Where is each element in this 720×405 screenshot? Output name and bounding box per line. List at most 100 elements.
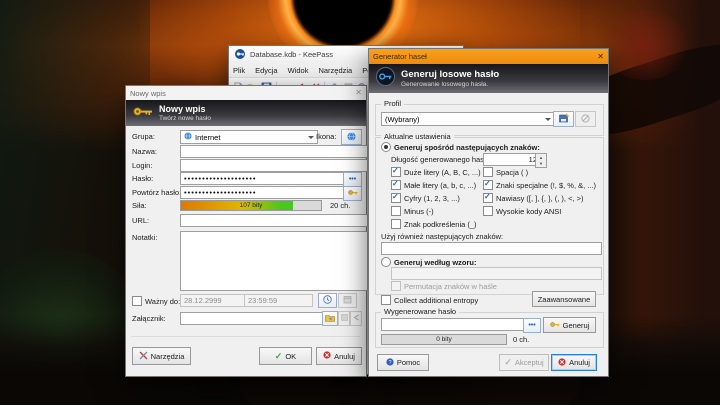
checkbox-upper-letters[interactable]: Duże litery (A, B, C, ...): [391, 167, 481, 177]
spinner-up-icon[interactable]: ▲: [539, 155, 543, 160]
checkbox-icon: [391, 219, 401, 229]
expires-time-input[interactable]: 23:59:59: [244, 294, 313, 307]
checkbox-underscore[interactable]: Znak podkreślenia (_): [391, 219, 477, 229]
checkbox-icon: [132, 296, 142, 306]
name-input[interactable]: [180, 145, 368, 158]
charset-radio[interactable]: Generuj spośród następujących znaków:: [381, 142, 540, 152]
generate-password-button[interactable]: [343, 186, 362, 201]
repeat-password-input[interactable]: ••••••••••••••••••••: [180, 186, 348, 199]
calendar-button[interactable]: [338, 293, 357, 308]
expires-label: Ważny do:: [145, 297, 180, 306]
checkbox-brackets[interactable]: Nawiasy ([, ], {, }, (, ), <, >): [483, 193, 584, 203]
new-entry-dialog: Nowy wpis ✕ Nowy wpis Twórz nowe hasło G…: [125, 85, 367, 377]
login-input[interactable]: [180, 159, 368, 172]
checkbox-icon: [483, 180, 493, 190]
notes-textarea[interactable]: [180, 231, 368, 291]
spinner-down-icon[interactable]: ▼: [539, 161, 543, 166]
generator-header: Generuj losowe hasło Generowanie losoweg…: [369, 64, 608, 93]
menu-widok[interactable]: Widok: [288, 66, 309, 75]
checkbox-icon: [483, 167, 493, 177]
accept-button-label: Akceptuj: [515, 358, 544, 367]
new-entry-header: Nowy wpis Twórz nowe hasło: [126, 100, 366, 126]
checkbox-special[interactable]: Znaki specjalne (!, $, %, &, ...): [483, 180, 596, 190]
checkbox-icon: [391, 281, 401, 291]
repeat-password-label: Powtórz hasło:: [132, 188, 181, 197]
profile-label: Profil: [381, 99, 404, 108]
accept-button[interactable]: ✓ Akceptuj: [499, 354, 549, 371]
entropy-checkbox[interactable]: Collect additional entropy: [381, 295, 478, 305]
new-entry-header-title: Nowy wpis: [159, 104, 211, 114]
generated-label: Wygenerowane hasło: [381, 307, 459, 316]
length-spinner[interactable]: ▲ ▼: [535, 153, 547, 168]
url-label: URL:: [132, 216, 149, 225]
profile-combobox[interactable]: (Wybrany): [381, 112, 555, 126]
show-password-button[interactable]: •••: [343, 172, 362, 187]
save-profile-button[interactable]: [553, 111, 574, 127]
generator-titlebar[interactable]: Generator haseł ✕: [369, 49, 608, 64]
pattern-radio[interactable]: Generuj według wzoru:: [381, 257, 477, 267]
ok-button-label: OK: [285, 352, 296, 361]
checkbox-digits[interactable]: Cyfry (1, 2, 3, ...): [391, 193, 460, 203]
share-icon: [353, 314, 360, 323]
length-input[interactable]: 12: [483, 153, 541, 166]
new-entry-titlebar[interactable]: Nowy wpis ✕: [126, 86, 366, 100]
notes-label: Notatki:: [132, 233, 157, 242]
checkbox-lower-letters[interactable]: Małe litery (a, b, c, ...): [391, 180, 476, 190]
group-label: Grupa:: [132, 132, 155, 141]
group-value: Internet: [195, 133, 220, 142]
checkbox-minus[interactable]: Minus (-): [391, 206, 434, 216]
tools-button[interactable]: Narzędzia: [132, 347, 191, 365]
cancel-button[interactable]: Anuluj: [316, 347, 362, 365]
checkbox-icon: [483, 206, 493, 216]
attachment-input[interactable]: [180, 312, 326, 325]
expire-presets-button[interactable]: [318, 293, 337, 308]
password-input[interactable]: ••••••••••••••••••••: [180, 172, 348, 185]
also-chars-input[interactable]: [381, 242, 602, 255]
expires-checkbox[interactable]: Ważny do:: [132, 296, 180, 306]
strength-bits-text: 107 bity: [181, 201, 321, 210]
attachment-delete-button[interactable]: [350, 311, 362, 326]
checkbox-label: Wysokie kody ANSI: [496, 207, 561, 216]
menu-edycja[interactable]: Edycja: [255, 66, 278, 75]
close-icon[interactable]: ✕: [355, 89, 362, 97]
generator-cancel-button[interactable]: Anuluj: [551, 354, 597, 371]
ok-button[interactable]: ✓ OK: [259, 347, 312, 365]
menu-narzedzia[interactable]: Narzędzia: [318, 66, 352, 75]
also-chars-label: Użyj również następujących znaków:: [381, 232, 503, 241]
choose-icon-button[interactable]: [341, 129, 362, 145]
advanced-button[interactable]: Zaawansowane: [532, 291, 596, 307]
checkbox-space[interactable]: Spacja ( ): [483, 167, 528, 177]
close-icon[interactable]: ✕: [597, 53, 604, 61]
expires-date-input[interactable]: 28.12.2999: [180, 294, 249, 307]
generator-header-subtitle: Generowanie losowego hasła.: [401, 81, 499, 88]
background-red-leaves: [600, 10, 690, 80]
length-label: Długość generowanego hasła:: [391, 155, 492, 164]
url-input[interactable]: [180, 214, 368, 227]
group-combobox[interactable]: Internet: [180, 130, 318, 144]
checkbox-icon: [391, 206, 401, 216]
show-generated-button[interactable]: •••: [523, 318, 541, 333]
generator-cancel-label: Anuluj: [569, 358, 590, 367]
generated-password-input[interactable]: [381, 318, 527, 331]
checkbox-label: Znaki specjalne (!, $, %, &, ...): [496, 181, 596, 190]
attach-file-button[interactable]: [322, 311, 338, 326]
attachment-label: Załącznik:: [132, 314, 166, 323]
cancel-icon: [558, 358, 566, 368]
checkbox-high-ansi[interactable]: Wysokie kody ANSI: [483, 206, 561, 216]
checkbox-icon: [391, 193, 401, 203]
login-label: Login:: [132, 161, 152, 170]
generate-button[interactable]: Generuj: [543, 317, 596, 333]
desktop: Database.kdb - KeePass Plik Edycja Widok…: [0, 0, 720, 405]
save-icon: [559, 113, 569, 125]
help-button[interactable]: ? Pomoc: [377, 354, 429, 371]
pattern-input[interactable]: [391, 267, 602, 280]
help-button-label: Pomoc: [397, 358, 420, 367]
menu-plik[interactable]: Plik: [233, 66, 245, 75]
folder-icon: [325, 314, 335, 324]
strength-bar: 107 bity: [180, 200, 322, 211]
attachment-save-button[interactable]: [338, 311, 350, 326]
checkbox-icon: [381, 295, 391, 305]
delete-profile-button[interactable]: [575, 111, 596, 127]
key-icon: [133, 104, 153, 122]
permutation-checkbox[interactable]: Permutacja znaków w haśle: [391, 281, 497, 291]
